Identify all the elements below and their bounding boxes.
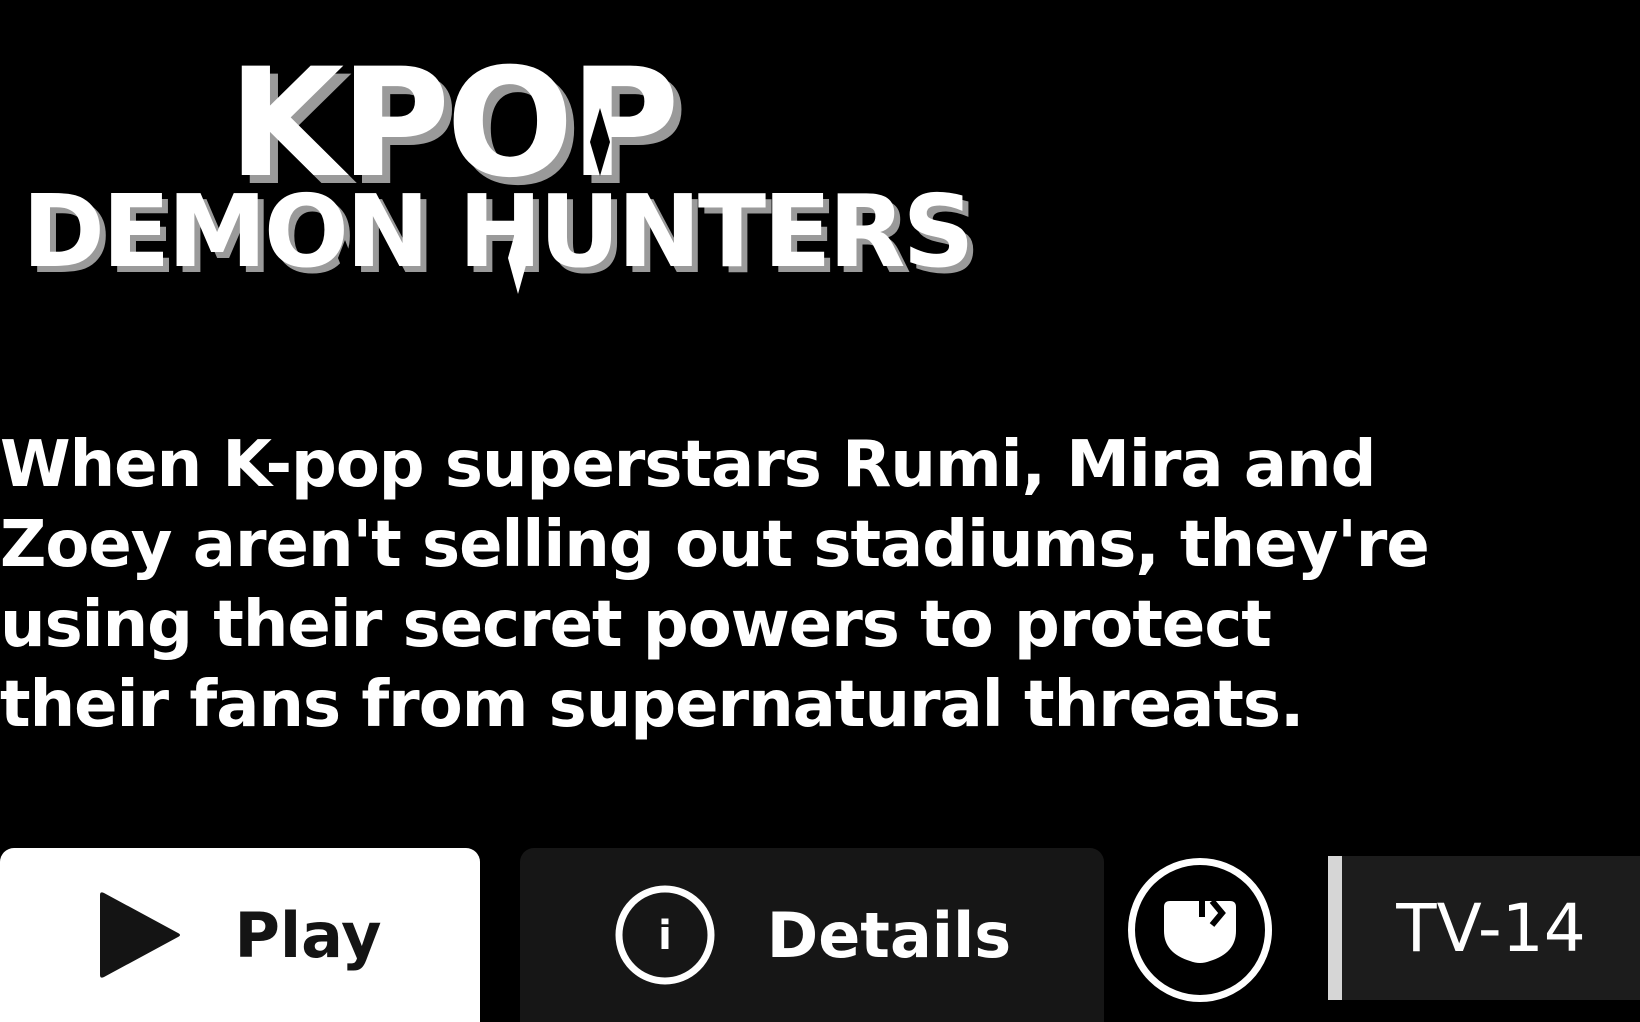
volume-muted-icon: [1162, 891, 1238, 970]
synopsis: When K-pop superstars Rumi, Mira and Zoe…: [0, 428, 1430, 742]
svg-text:i: i: [658, 913, 672, 959]
play-label: Play: [234, 898, 382, 972]
title-logo: KPOP DEMON HUNTERS KPOP DEMON HUNTERS: [0, 30, 1060, 300]
maturity-rating-badge: TV-14: [1328, 856, 1640, 1000]
action-bar: Play i Details TV-14: [0, 848, 1640, 1022]
details-button[interactable]: i Details: [520, 848, 1104, 1022]
info-icon: i: [613, 883, 717, 987]
logo-line2: DEMON HUNTERS: [22, 173, 971, 290]
play-icon: [98, 889, 182, 981]
play-button[interactable]: Play: [0, 848, 480, 1022]
maturity-rating-label: TV-14: [1396, 889, 1586, 967]
mute-button[interactable]: [1128, 858, 1272, 1002]
details-label: Details: [766, 898, 1012, 972]
